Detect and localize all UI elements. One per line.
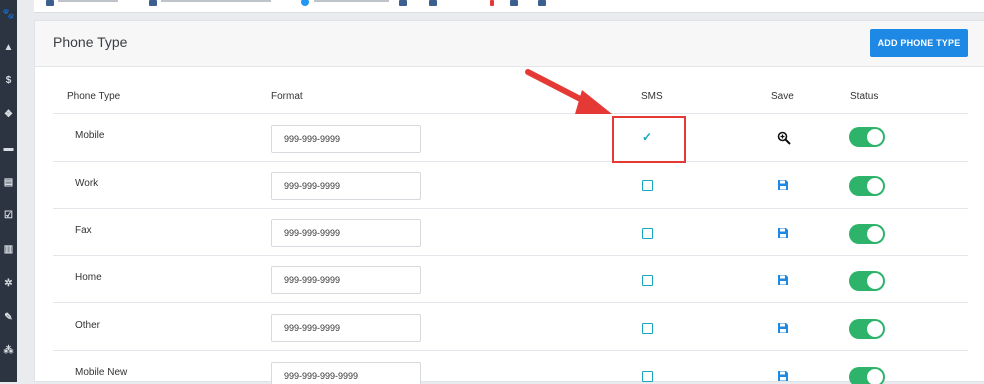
floppy-disk-icon[interactable] (777, 179, 789, 191)
map-pin-icon[interactable] (490, 0, 494, 6)
gear-icon[interactable]: ✲ (0, 275, 17, 291)
annotation-arrow (525, 69, 612, 114)
chart-icon[interactable]: ▥ (0, 241, 17, 257)
status-toggle[interactable] (849, 319, 885, 339)
table-row: Other 999-999-9999 (53, 302, 968, 350)
paw-icon[interactable]: 🐾 (0, 6, 17, 22)
table-row: Fax 999-999-9999 (53, 208, 968, 256)
toolbar-text (161, 0, 271, 2)
chat-icon[interactable]: ▬ (0, 140, 17, 156)
status-toggle[interactable] (849, 224, 885, 244)
status-toggle[interactable] (849, 367, 885, 384)
floppy-disk-icon[interactable] (777, 322, 789, 334)
format-input[interactable]: 999-999-9999 (271, 314, 421, 342)
format-input[interactable]: 999-999-9999 (271, 125, 421, 153)
top-toolbar-strip (34, 0, 984, 13)
panel-header: Phone Type ADD PHONE TYPE (35, 21, 984, 67)
column-header-save: Save (771, 91, 794, 102)
phone-type-label: Work (75, 178, 99, 189)
panel-title: Phone Type (53, 34, 128, 50)
add-phone-type-button[interactable]: ADD PHONE TYPE (870, 29, 968, 57)
table-row: Mobile New 999-999-999-9999 (53, 350, 968, 384)
globe-icon[interactable] (301, 0, 309, 6)
toolbar-text (314, 0, 389, 2)
status-toggle[interactable] (849, 127, 885, 147)
status-toggle[interactable] (849, 271, 885, 291)
floppy-disk-icon[interactable] (777, 227, 789, 239)
sms-checkbox[interactable] (642, 228, 653, 239)
toolbar-icon[interactable] (399, 0, 407, 6)
table-row: Work 999-999-9999 (53, 161, 968, 209)
toolbar-text (58, 0, 118, 2)
toolbar-icon[interactable] (510, 0, 518, 6)
table-row: Home 999-999-9999 (53, 255, 968, 303)
sms-checkbox[interactable] (642, 323, 653, 334)
sms-highlight-box (612, 116, 686, 163)
format-input[interactable]: 999-999-9999 (271, 219, 421, 247)
share-icon[interactable]: ⁂ (0, 342, 17, 358)
wrench-icon[interactable]: ✎ (0, 309, 17, 325)
phone-type-label: Mobile (75, 130, 105, 141)
column-header-phone-type: Phone Type (67, 91, 121, 102)
toolbar-icon[interactable] (46, 0, 54, 6)
sms-checkbox[interactable] (642, 275, 653, 286)
phone-type-label: Other (75, 320, 101, 331)
format-input[interactable]: 999-999-9999 (271, 172, 421, 200)
column-header-format: Format (271, 91, 303, 102)
list-icon[interactable]: ▤ (0, 174, 17, 190)
format-input[interactable]: 999-999-999-9999 (271, 362, 421, 384)
table-row: Mobile 999-999-9999 ✓ (53, 113, 968, 161)
toolbar-icon[interactable] (429, 0, 437, 6)
clipboard-icon[interactable] (538, 0, 546, 6)
floppy-disk-icon[interactable] (777, 370, 789, 382)
column-header-status: Status (850, 91, 879, 102)
floppy-disk-icon[interactable] (777, 274, 789, 286)
flask-icon[interactable]: ▲ (0, 39, 17, 55)
cubes-icon[interactable]: ❖ (0, 106, 17, 122)
dollar-icon[interactable]: $ (0, 72, 17, 88)
sms-checkbox[interactable] (642, 371, 653, 382)
phone-type-panel: Phone Type ADD PHONE TYPE Phone Type For… (34, 20, 984, 384)
status-toggle[interactable] (849, 176, 885, 196)
phone-type-label: Home (75, 272, 102, 283)
check-square-icon[interactable]: ☑ (0, 207, 17, 223)
format-input[interactable]: 999-999-9999 (271, 266, 421, 294)
phone-type-label: Mobile New (75, 367, 128, 378)
toolbar-icon[interactable] (149, 0, 157, 6)
column-header-sms: SMS (641, 91, 663, 102)
zoom-in-cursor-icon[interactable] (777, 131, 791, 145)
left-sidebar: 🐾 ▲ $ ❖ ▬ ▤ ☑ ▥ ✲ ✎ ⁂ (0, 0, 17, 382)
sms-checkbox[interactable] (642, 180, 653, 191)
phone-type-label: Fax (75, 225, 92, 236)
